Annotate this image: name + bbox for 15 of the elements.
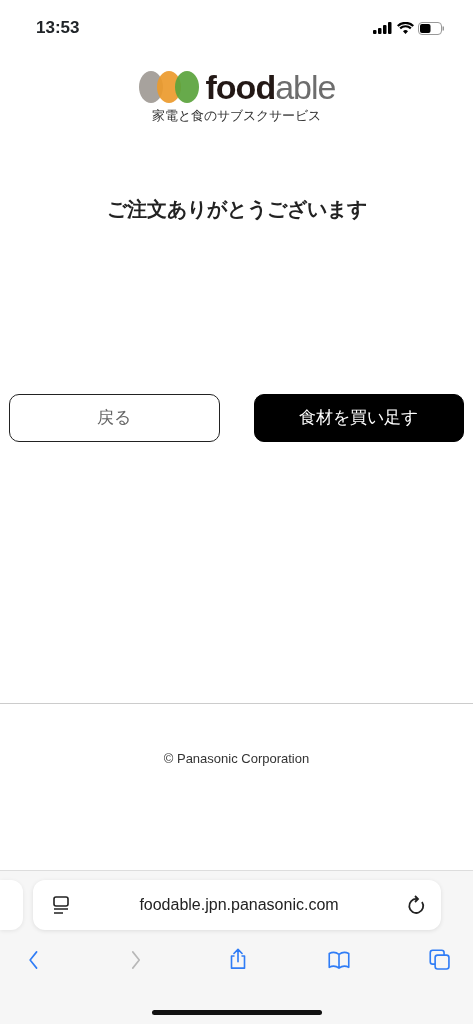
reload-icon[interactable] xyxy=(407,894,427,916)
copyright-text: © Panasonic Corporation xyxy=(163,750,310,768)
logo-icon xyxy=(137,71,200,103)
signal-icon xyxy=(373,22,393,34)
page-title: ご注文ありがとうございます xyxy=(106,196,367,222)
logo-wordmark: foodable xyxy=(205,70,336,104)
buy-more-button[interactable]: 食材を買い足す xyxy=(253,393,464,442)
wifi-icon xyxy=(397,22,414,34)
back-button[interactable]: 戻る xyxy=(9,393,220,442)
url-text: foodable.jpn.panasonic.com xyxy=(139,895,339,915)
battery-icon xyxy=(418,21,445,35)
status-time: 13:53 xyxy=(36,17,80,40)
logo-tagline: 家電と食のサブスクサービス xyxy=(152,107,321,125)
address-bar[interactable]: foodable.jpn.panasonic.com xyxy=(33,880,441,930)
page-menu-icon[interactable] xyxy=(51,895,71,915)
